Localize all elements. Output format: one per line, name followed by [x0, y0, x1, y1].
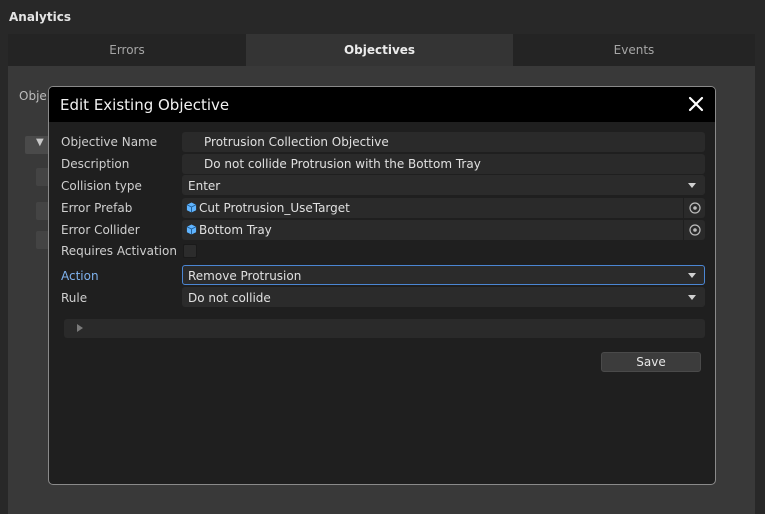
chevron-down-icon: [688, 273, 696, 278]
edit-objective-dialog: Edit Existing Objective Objective Name P…: [48, 86, 716, 485]
rule-label: Rule: [61, 291, 88, 305]
chevron-down-icon: [688, 295, 696, 300]
collision-type-value: Enter: [188, 179, 221, 193]
requires-activation-label: Requires Activation: [61, 244, 177, 258]
error-prefab-value: Cut Protrusion_UseTarget: [199, 201, 350, 215]
target-icon: [689, 224, 701, 236]
tab-events[interactable]: Events: [513, 34, 755, 66]
save-button[interactable]: Save: [601, 352, 701, 372]
cube-icon: [186, 224, 197, 235]
background-label: Obje: [19, 89, 47, 103]
action-label: Action: [61, 269, 99, 283]
collapsed-foldout[interactable]: [64, 319, 705, 338]
app-title: Analytics: [9, 10, 71, 24]
chevron-down-icon: ▼: [36, 137, 44, 148]
collision-type-label: Collision type: [61, 179, 142, 193]
chevron-right-icon: [77, 324, 83, 332]
error-collider-value: Bottom Tray: [199, 223, 272, 237]
rule-value: Do not collide: [188, 291, 271, 305]
object-picker-button[interactable]: [683, 198, 705, 218]
action-value: Remove Protrusion: [188, 269, 302, 283]
objective-name-label: Objective Name: [61, 135, 158, 149]
close-icon: [688, 96, 704, 112]
description-field[interactable]: Do not collide Protrusion with the Botto…: [182, 154, 705, 174]
dialog-header: Edit Existing Objective: [49, 87, 715, 122]
collision-type-dropdown[interactable]: Enter: [182, 175, 705, 195]
requires-activation-checkbox[interactable]: [183, 244, 197, 258]
target-icon: [689, 202, 701, 214]
object-picker-button[interactable]: [683, 220, 705, 240]
error-collider-label: Error Collider: [61, 223, 140, 237]
description-label: Description: [61, 157, 130, 171]
error-prefab-label: Error Prefab: [61, 201, 133, 215]
action-dropdown[interactable]: Remove Protrusion: [182, 265, 705, 285]
chevron-down-icon: [688, 183, 696, 188]
rule-dropdown[interactable]: Do not collide: [182, 287, 705, 307]
tab-objectives[interactable]: Objectives: [246, 34, 513, 66]
tab-errors[interactable]: Errors: [8, 34, 246, 66]
tab-bar: Errors Objectives Events: [8, 34, 755, 66]
error-prefab-field[interactable]: Cut Protrusion_UseTarget: [182, 198, 705, 218]
error-collider-field[interactable]: Bottom Tray: [182, 220, 705, 240]
objective-name-field[interactable]: Protrusion Collection Objective: [182, 132, 705, 152]
cube-icon: [186, 202, 197, 213]
close-button[interactable]: [687, 95, 705, 113]
dialog-title: Edit Existing Objective: [60, 96, 230, 114]
